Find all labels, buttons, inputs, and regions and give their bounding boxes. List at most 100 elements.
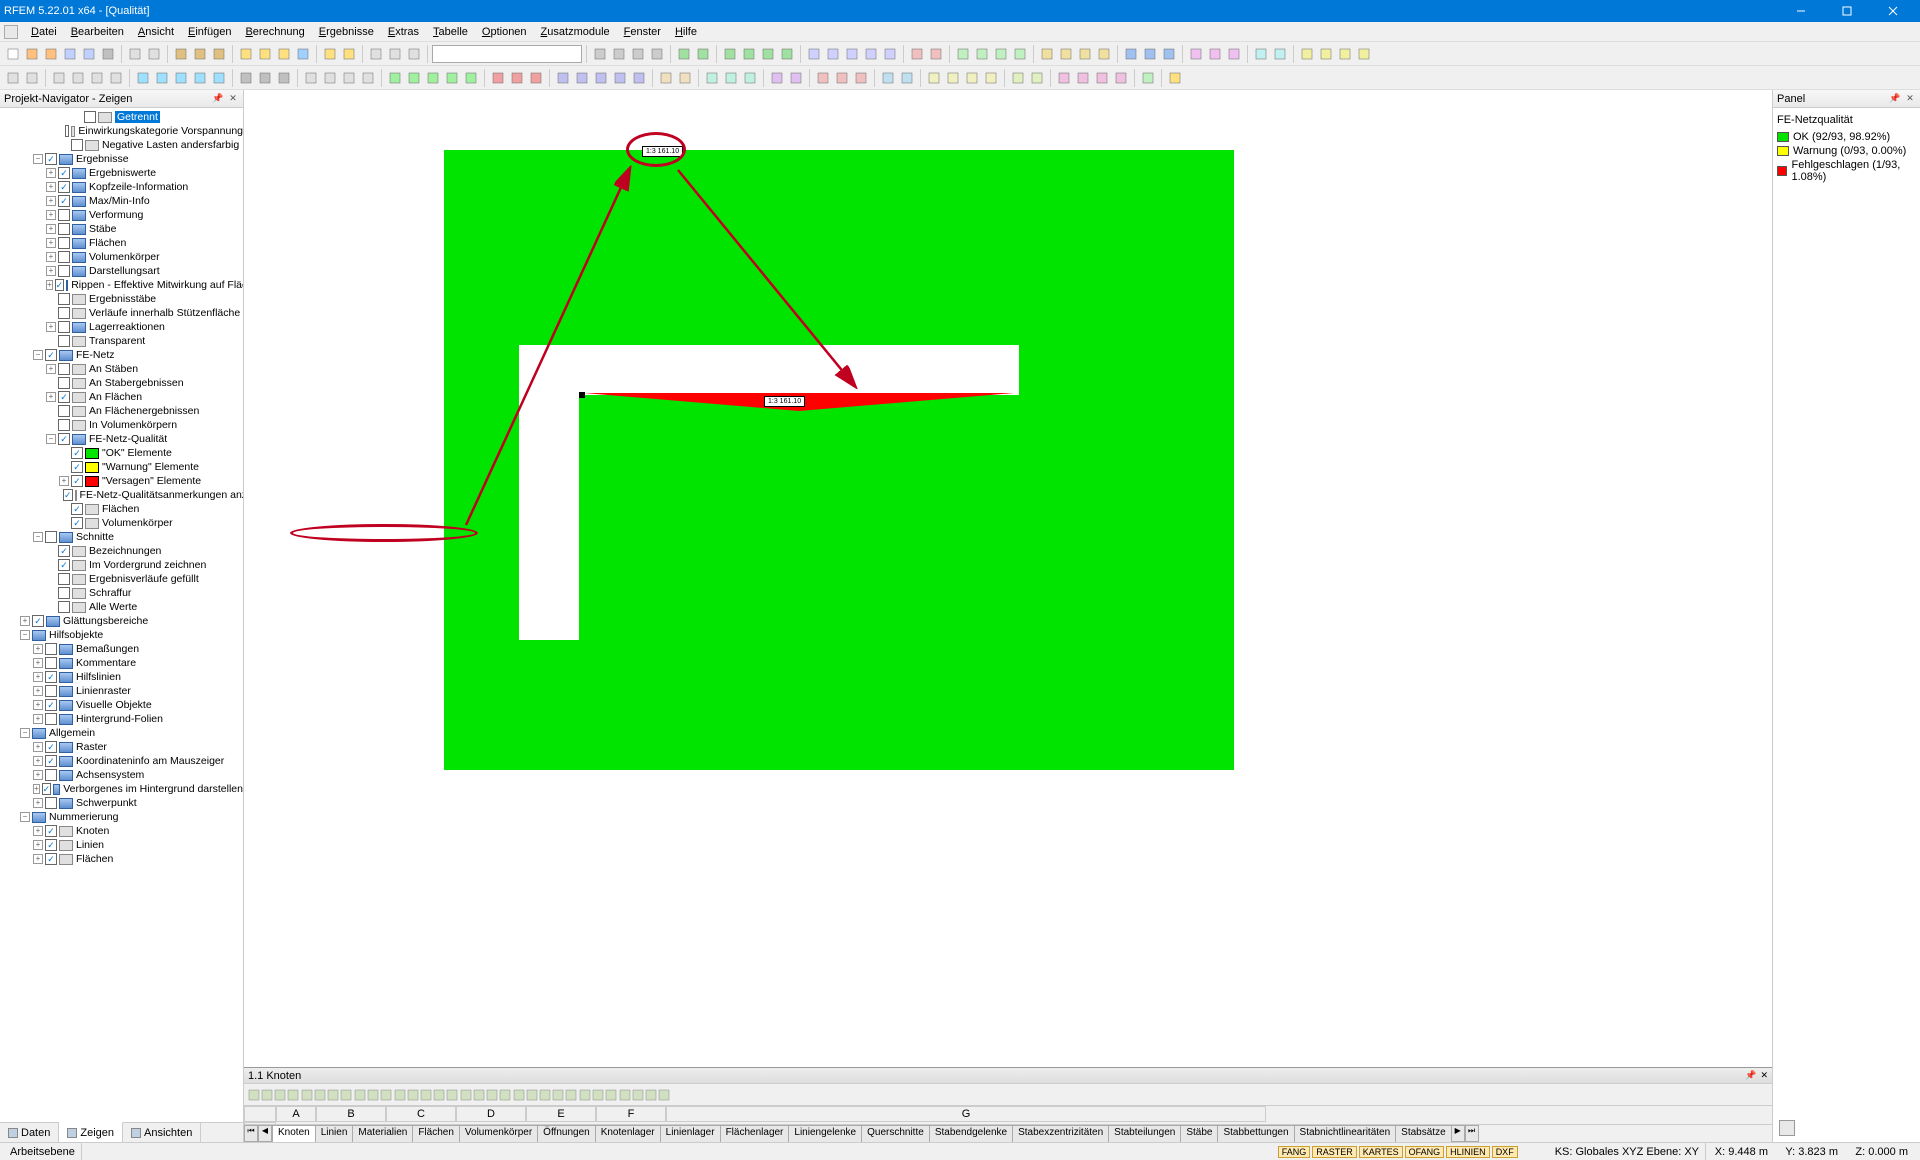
tree-item[interactable]: +Flächen [0, 852, 243, 866]
toolbar-button[interactable] [61, 45, 79, 63]
toolbar-button[interactable] [787, 69, 805, 87]
menu-ergebnisse[interactable]: Ergebnisse [312, 24, 381, 40]
tree-item[interactable]: Getrennt [0, 110, 243, 124]
tree-item[interactable]: "Warnung" Elemente [0, 460, 243, 474]
col-letter[interactable]: A [276, 1106, 316, 1122]
table-toolbar-button[interactable] [420, 1089, 432, 1101]
table-tab[interactable]: Linienlager [660, 1125, 721, 1142]
tree-item[interactable]: +Glättungsbereiche [0, 614, 243, 628]
tree-item[interactable]: +Raster [0, 740, 243, 754]
table-toolbar-button[interactable] [367, 1089, 379, 1101]
checkbox[interactable] [58, 601, 70, 613]
snap-toggle-raster[interactable]: RASTER [1312, 1146, 1357, 1158]
checkbox[interactable] [42, 783, 52, 795]
tree-item[interactable]: +Verborgenes im Hintergrund darstellen [0, 782, 243, 796]
table-toolbar-button[interactable] [552, 1089, 564, 1101]
checkbox[interactable] [45, 153, 57, 165]
table-toolbar-button[interactable] [287, 1089, 299, 1101]
toolbar-button[interactable] [927, 45, 945, 63]
toolbar-button[interactable] [1141, 45, 1159, 63]
toolbar-button[interactable] [69, 69, 87, 87]
menu-einfügen[interactable]: Einfügen [181, 24, 238, 40]
toolbar-button[interactable] [954, 45, 972, 63]
toolbar-button[interactable] [340, 45, 358, 63]
toolbar-button[interactable] [1076, 45, 1094, 63]
menu-tabelle[interactable]: Tabelle [426, 24, 475, 40]
pin-icon[interactable]: 📌 [1889, 93, 1901, 105]
checkbox[interactable] [63, 489, 73, 501]
toolbar-button[interactable] [153, 69, 171, 87]
table-toolbar-button[interactable] [261, 1089, 273, 1101]
table-toolbar-button[interactable] [539, 1089, 551, 1101]
table-grid[interactable]: ABCDEFG Knoten [244, 1106, 1772, 1124]
checkbox[interactable] [58, 363, 70, 375]
toolbar-button[interactable] [302, 69, 320, 87]
toolbar-button[interactable] [629, 45, 647, 63]
toolbar-button[interactable] [275, 69, 293, 87]
checkbox[interactable] [71, 475, 83, 487]
toolbar-button[interactable] [4, 69, 22, 87]
tree-item[interactable]: −Nummerierung [0, 810, 243, 824]
toolbar-button[interactable] [1028, 69, 1046, 87]
toolbar-button[interactable] [508, 69, 526, 87]
toolbar-button[interactable] [721, 45, 739, 63]
menu-ansicht[interactable]: Ansicht [131, 24, 181, 40]
tree-item[interactable]: Schraffur [0, 586, 243, 600]
checkbox[interactable] [71, 447, 83, 459]
toolbar-button[interactable] [275, 45, 293, 63]
checkbox[interactable] [45, 825, 57, 837]
checkbox[interactable] [58, 321, 70, 333]
close-icon[interactable]: ✕ [227, 93, 239, 105]
toolbar-button[interactable] [527, 69, 545, 87]
toolbar-button[interactable] [191, 45, 209, 63]
checkbox[interactable] [58, 223, 70, 235]
toolbar-button[interactable] [925, 69, 943, 87]
snap-toggle-kartes[interactable]: KARTES [1359, 1146, 1403, 1158]
col-letter[interactable]: B [316, 1106, 386, 1122]
toolbar-button[interactable] [657, 69, 675, 87]
toolbar-button[interactable] [1160, 45, 1178, 63]
toolbar-button[interactable] [591, 45, 609, 63]
toolbar-button[interactable] [405, 45, 423, 63]
expand-icon[interactable]: + [33, 784, 40, 794]
collapse-icon[interactable]: − [33, 154, 43, 164]
tree-item[interactable]: +Ergebniswerte [0, 166, 243, 180]
table-toolbar-button[interactable] [632, 1089, 644, 1101]
toolbar-button[interactable] [386, 45, 404, 63]
snap-toggle-ofang[interactable]: OFANG [1405, 1146, 1445, 1158]
table-toolbar-button[interactable] [513, 1089, 525, 1101]
tree-item[interactable]: An Flächenergebnissen [0, 404, 243, 418]
table-tab[interactable]: Flächenlager [720, 1125, 790, 1142]
toolbar-button[interactable] [210, 45, 228, 63]
tree-item[interactable]: +An Flächen [0, 390, 243, 404]
tree-item[interactable]: +Darstellungsart [0, 264, 243, 278]
toolbar-button[interactable] [1166, 69, 1184, 87]
expand-icon[interactable]: + [33, 714, 43, 724]
toolbar-button[interactable] [908, 45, 926, 63]
checkbox[interactable] [45, 741, 57, 753]
toolbar-button[interactable] [630, 69, 648, 87]
toolbar-button[interactable] [992, 45, 1010, 63]
table-tab[interactable]: Stäbe [1180, 1125, 1218, 1142]
checkbox[interactable] [58, 195, 70, 207]
table-tab[interactable]: Querschnitte [861, 1125, 930, 1142]
pin-icon[interactable]: 📌 [1745, 1070, 1756, 1081]
table-toolbar-button[interactable] [645, 1089, 657, 1101]
tree-item[interactable]: −Hilfsobjekte [0, 628, 243, 642]
toolbar-button[interactable] [611, 69, 629, 87]
table-toolbar-button[interactable] [592, 1089, 604, 1101]
checkbox[interactable] [58, 265, 70, 277]
expand-icon[interactable]: + [46, 196, 56, 206]
toolbar-combo[interactable] [432, 45, 582, 63]
toolbar-button[interactable] [1206, 45, 1224, 63]
toolbar-button[interactable] [23, 69, 41, 87]
table-tab[interactable]: Stabnichtlinearitäten [1294, 1125, 1397, 1142]
checkbox[interactable] [71, 461, 83, 473]
expand-icon[interactable]: + [33, 770, 43, 780]
toolbar-button[interactable] [879, 69, 897, 87]
checkbox[interactable] [32, 615, 44, 627]
panel-tool-icon[interactable] [1779, 1120, 1795, 1136]
toolbar-button[interactable] [963, 69, 981, 87]
expand-icon[interactable]: + [46, 266, 56, 276]
toolbar-button[interactable] [1355, 45, 1373, 63]
